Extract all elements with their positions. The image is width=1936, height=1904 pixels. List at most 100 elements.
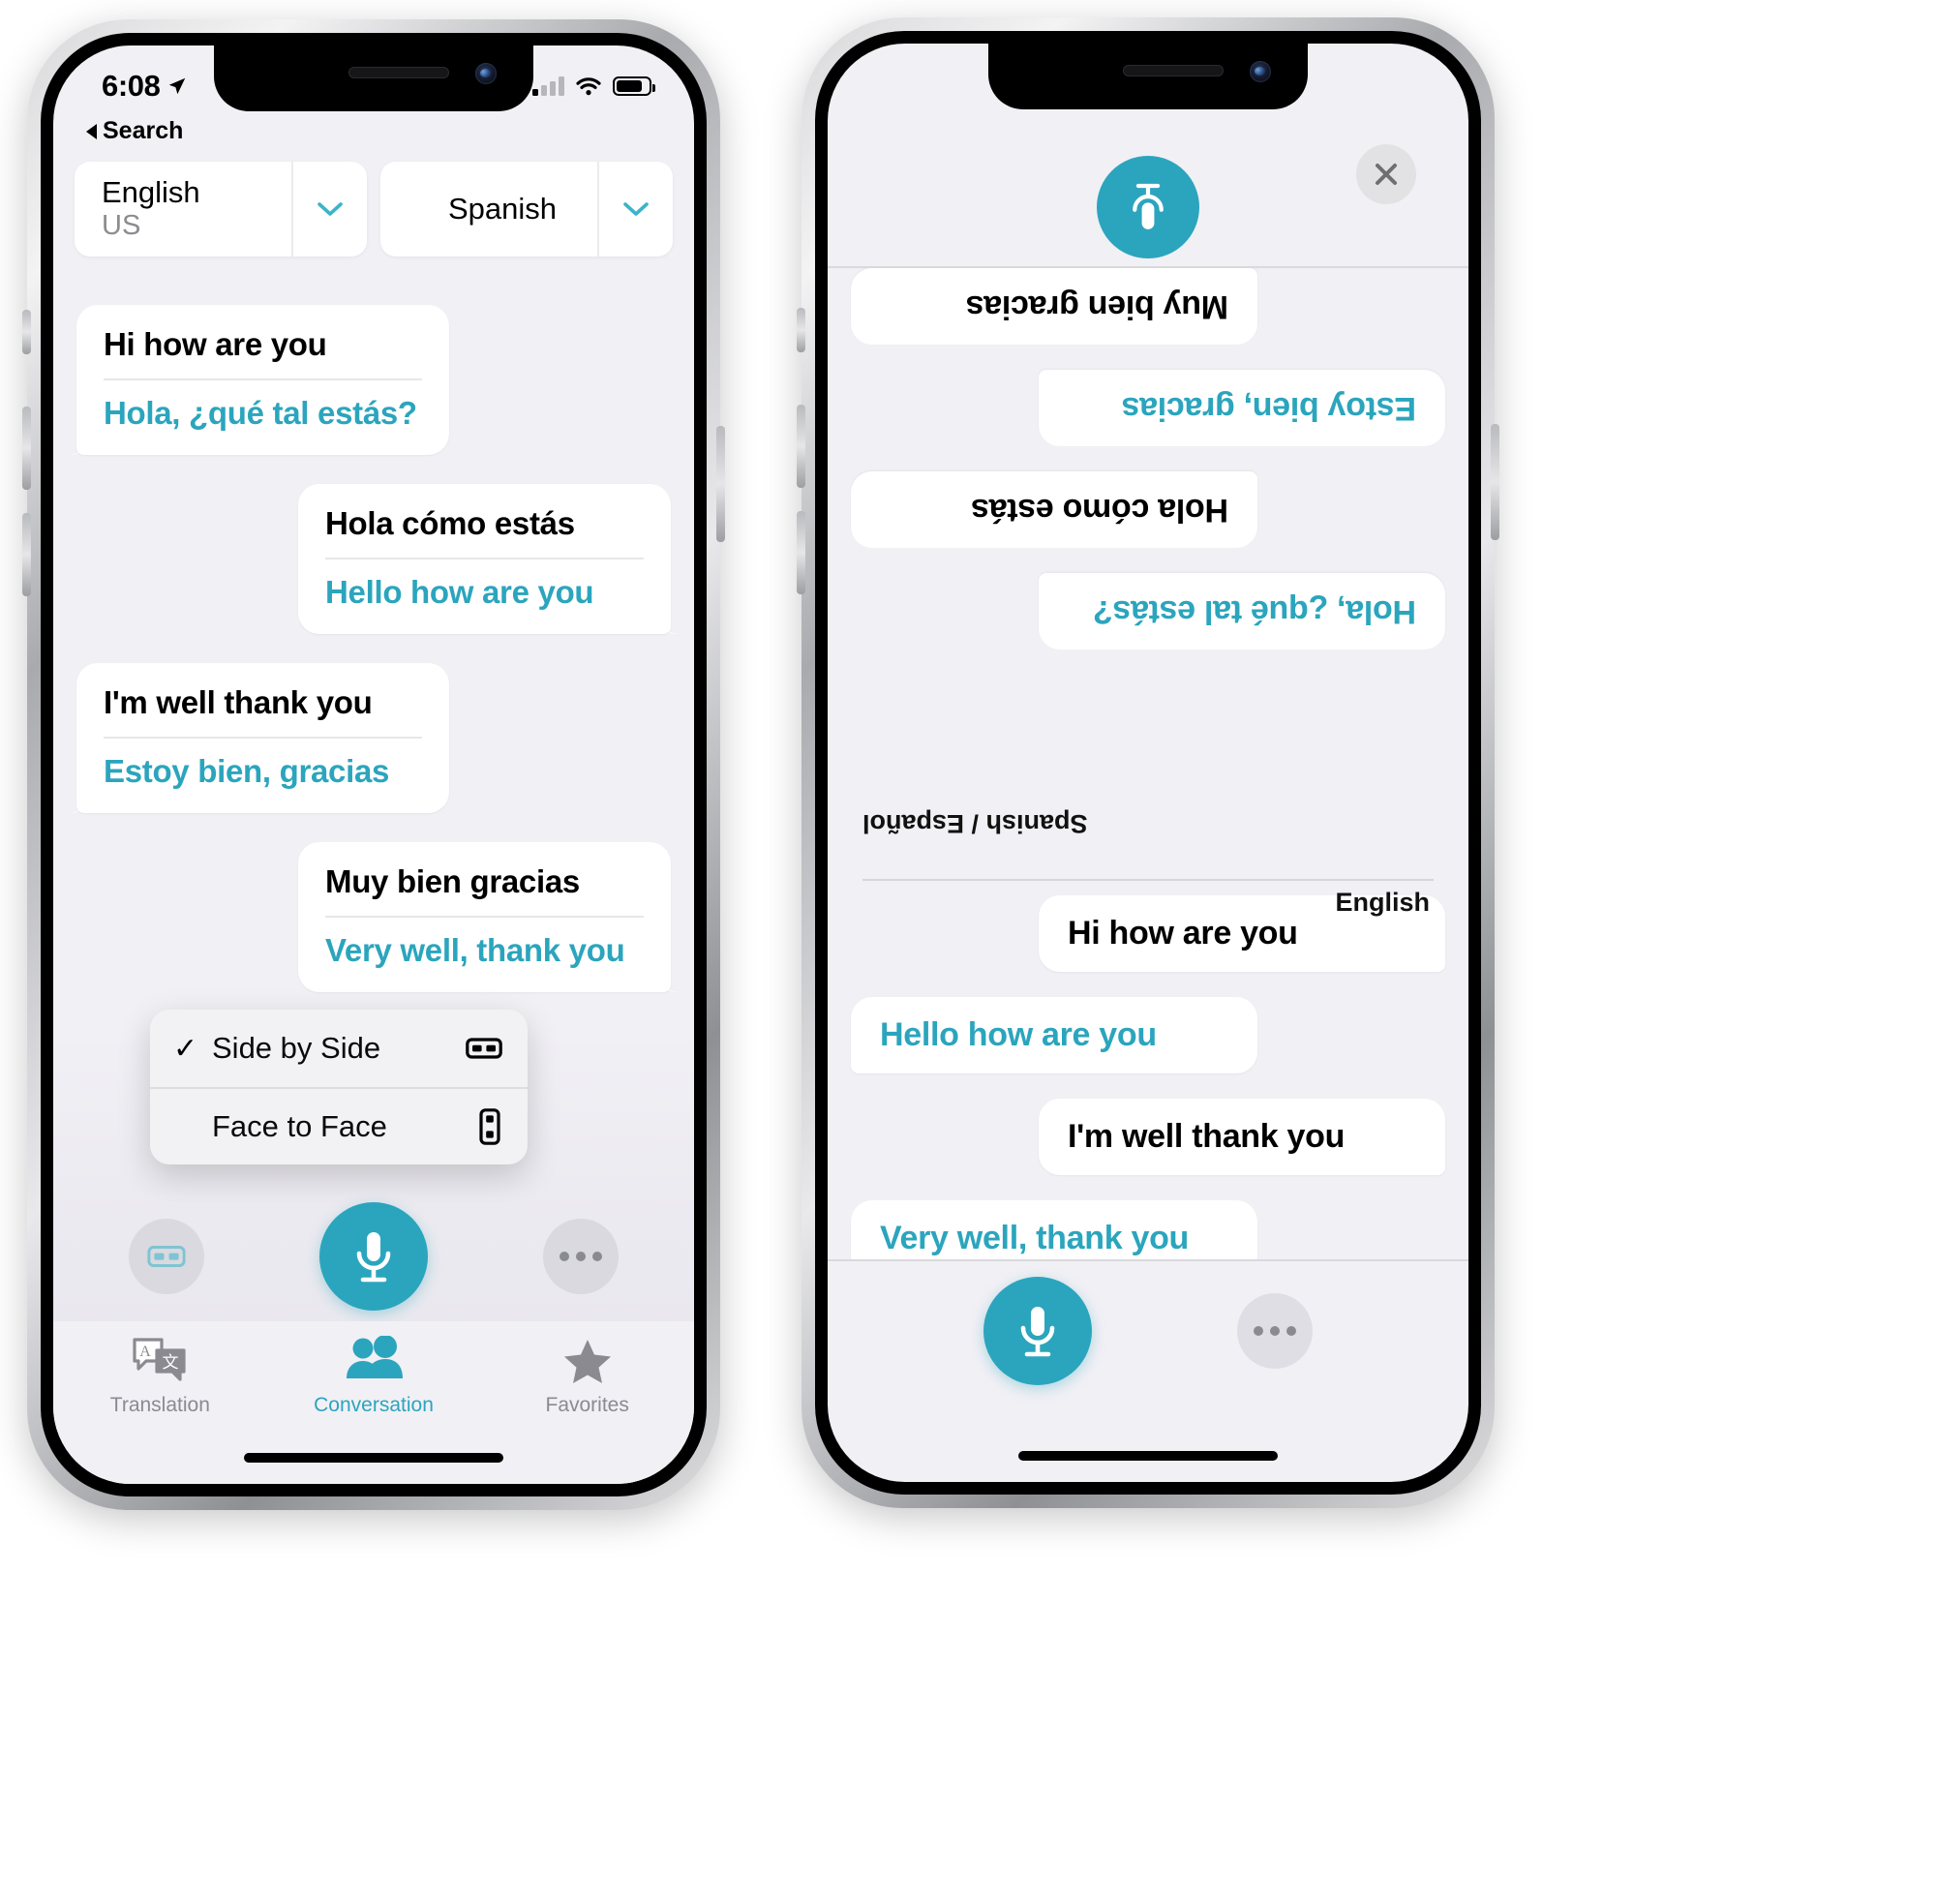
layout-toggle-button[interactable] bbox=[129, 1219, 204, 1294]
footer-divider bbox=[828, 1259, 1468, 1261]
message-translation-text: Hello how are you bbox=[325, 574, 594, 610]
message-bubble[interactable]: Estoy bien, gracias bbox=[1039, 370, 1445, 446]
location-arrow-icon bbox=[169, 77, 186, 95]
message-source-text: I'm well thank you bbox=[104, 684, 373, 720]
back-nav-label: Search bbox=[103, 117, 184, 144]
microphone-icon bbox=[1020, 1307, 1055, 1357]
tab-translation[interactable]: A 文 Translation bbox=[53, 1335, 267, 1417]
microphone-button[interactable] bbox=[983, 1277, 1092, 1385]
message-source-text: Muy bien gracias bbox=[325, 863, 580, 899]
microphone-button[interactable] bbox=[319, 1202, 428, 1311]
target-language-chevron-button[interactable] bbox=[597, 162, 673, 257]
conversation-action-bar bbox=[53, 1194, 694, 1319]
more-options-button[interactable] bbox=[1237, 1293, 1313, 1369]
mute-switch[interactable] bbox=[797, 308, 805, 352]
translate-bubbles-icon: A 文 bbox=[132, 1335, 188, 1385]
message-translation-text: Estoy bien, gracias bbox=[104, 753, 390, 789]
status-time: 6:08 bbox=[102, 69, 161, 103]
layout-mode-popup-menu[interactable]: ✓ Side by Side Face to Face bbox=[150, 1010, 528, 1164]
face-to-face-action-bar bbox=[828, 1273, 1468, 1389]
center-divider-area: Spanish / Español bbox=[828, 808, 1468, 881]
message-bubble[interactable]: Very well, thank you bbox=[851, 1200, 1257, 1259]
status-bar-left: 6:08 bbox=[102, 69, 188, 104]
microphone-icon bbox=[356, 1232, 391, 1283]
bubble-divider bbox=[325, 558, 644, 559]
message-source-text: Hi how are you bbox=[104, 326, 327, 362]
target-language-picker[interactable]: Spanish bbox=[380, 162, 673, 257]
conversation-list-normal[interactable]: Hi how are you Hello how are you I'm wel… bbox=[828, 895, 1468, 1259]
message-translation-text: Hola, ¿qué tal estás? bbox=[104, 395, 417, 431]
phone-device-left: 6:08 Search English US Spanish Hi how ar… bbox=[22, 19, 725, 1510]
status-bar-right bbox=[532, 76, 655, 96]
phone-device-right: Muy bien gracias Estoy bien, gracias Hol… bbox=[797, 17, 1499, 1508]
message-bubble[interactable]: Muy bien gracias bbox=[851, 268, 1257, 345]
layout-face-to-face-icon bbox=[479, 1108, 500, 1145]
more-options-button[interactable] bbox=[543, 1219, 619, 1294]
screen-left: 6:08 Search English US Spanish Hi how ar… bbox=[53, 45, 694, 1484]
svg-text:文: 文 bbox=[163, 1353, 179, 1372]
close-face-to-face-button[interactable] bbox=[1356, 144, 1416, 204]
source-language-chevron-button[interactable] bbox=[291, 162, 367, 257]
home-indicator[interactable] bbox=[1018, 1451, 1278, 1461]
back-triangle-icon bbox=[86, 123, 97, 139]
battery-icon bbox=[613, 76, 655, 96]
svg-text:A: A bbox=[140, 1344, 152, 1360]
message-source-text: Hola cómo estás bbox=[325, 505, 575, 541]
bubble-divider bbox=[325, 916, 644, 918]
tab-conversation[interactable]: Conversation bbox=[267, 1335, 481, 1417]
flipped-language-label: Spanish / Español bbox=[862, 809, 1088, 838]
message-bubble[interactable]: Hola, ¿qué tal estás? bbox=[1039, 573, 1445, 650]
tab-label: Conversation bbox=[314, 1394, 434, 1416]
face-to-face-header bbox=[828, 44, 1468, 266]
source-language-text: English US bbox=[75, 176, 291, 241]
ellipsis-icon bbox=[560, 1252, 602, 1261]
center-divider-line bbox=[862, 879, 1434, 881]
microphone-icon bbox=[1133, 183, 1164, 229]
wifi-icon bbox=[576, 77, 601, 96]
phone-bezel-right: Muy bien gracias Estoy bien, gracias Hol… bbox=[815, 31, 1481, 1495]
mute-switch[interactable] bbox=[22, 310, 31, 354]
top-microphone-button[interactable] bbox=[1097, 156, 1199, 258]
source-language-name: English bbox=[102, 175, 200, 210]
chevron-down-icon bbox=[318, 201, 343, 216]
message-bubble[interactable]: I'm well thank you Estoy bien, gracias bbox=[76, 663, 449, 813]
message-bubble[interactable]: Hi how are you Hola, ¿qué tal estás? bbox=[76, 305, 449, 455]
volume-up-button[interactable] bbox=[22, 407, 31, 490]
volume-down-button[interactable] bbox=[22, 513, 31, 596]
menu-item-face-to-face[interactable]: Face to Face bbox=[150, 1087, 528, 1164]
message-bubble[interactable]: Hello how are you bbox=[851, 997, 1257, 1073]
tab-label: Translation bbox=[109, 1394, 210, 1416]
message-translation-text: Very well, thank you bbox=[325, 932, 625, 968]
status-bar: 6:08 bbox=[53, 45, 694, 113]
power-button[interactable] bbox=[716, 426, 725, 542]
back-to-search-button[interactable]: Search bbox=[86, 117, 183, 145]
screenshot-canvas: 6:08 Search English US Spanish Hi how ar… bbox=[0, 0, 1936, 1904]
home-indicator[interactable] bbox=[244, 1453, 503, 1463]
menu-item-label: Face to Face bbox=[212, 1109, 387, 1143]
volume-down-button[interactable] bbox=[797, 511, 805, 594]
star-icon bbox=[563, 1335, 612, 1385]
power-button[interactable] bbox=[1491, 424, 1499, 540]
close-x-icon bbox=[1376, 164, 1397, 185]
message-bubble[interactable]: Hola cómo estás Hello how are you bbox=[298, 484, 671, 634]
message-bubble[interactable]: Hola cómo estás bbox=[851, 471, 1257, 548]
source-language-picker[interactable]: English US bbox=[75, 162, 367, 257]
volume-up-button[interactable] bbox=[797, 405, 805, 488]
conversation-list-flipped[interactable]: Muy bien gracias Estoy bien, gracias Hol… bbox=[828, 268, 1468, 810]
checkmark-icon: ✓ bbox=[173, 1032, 198, 1065]
ellipsis-icon bbox=[1254, 1326, 1296, 1336]
layout-side-by-side-icon bbox=[147, 1246, 186, 1267]
two-people-icon bbox=[344, 1335, 404, 1385]
menu-item-side-by-side[interactable]: ✓ Side by Side bbox=[150, 1010, 528, 1087]
english-language-label: English bbox=[1335, 888, 1430, 917]
message-bubble[interactable]: Muy bien gracias Very well, thank you bbox=[298, 842, 671, 992]
tab-favorites[interactable]: Favorites bbox=[480, 1335, 694, 1417]
target-language-name: Spanish bbox=[447, 192, 558, 226]
bubble-divider bbox=[104, 378, 422, 380]
tab-label: Favorites bbox=[545, 1394, 629, 1416]
source-language-region: US bbox=[102, 210, 141, 242]
language-selector-row: English US Spanish bbox=[75, 162, 673, 257]
bubble-divider bbox=[104, 737, 422, 739]
message-bubble[interactable]: I'm well thank you bbox=[1039, 1099, 1445, 1175]
screen-right: Muy bien gracias Estoy bien, gracias Hol… bbox=[828, 44, 1468, 1482]
